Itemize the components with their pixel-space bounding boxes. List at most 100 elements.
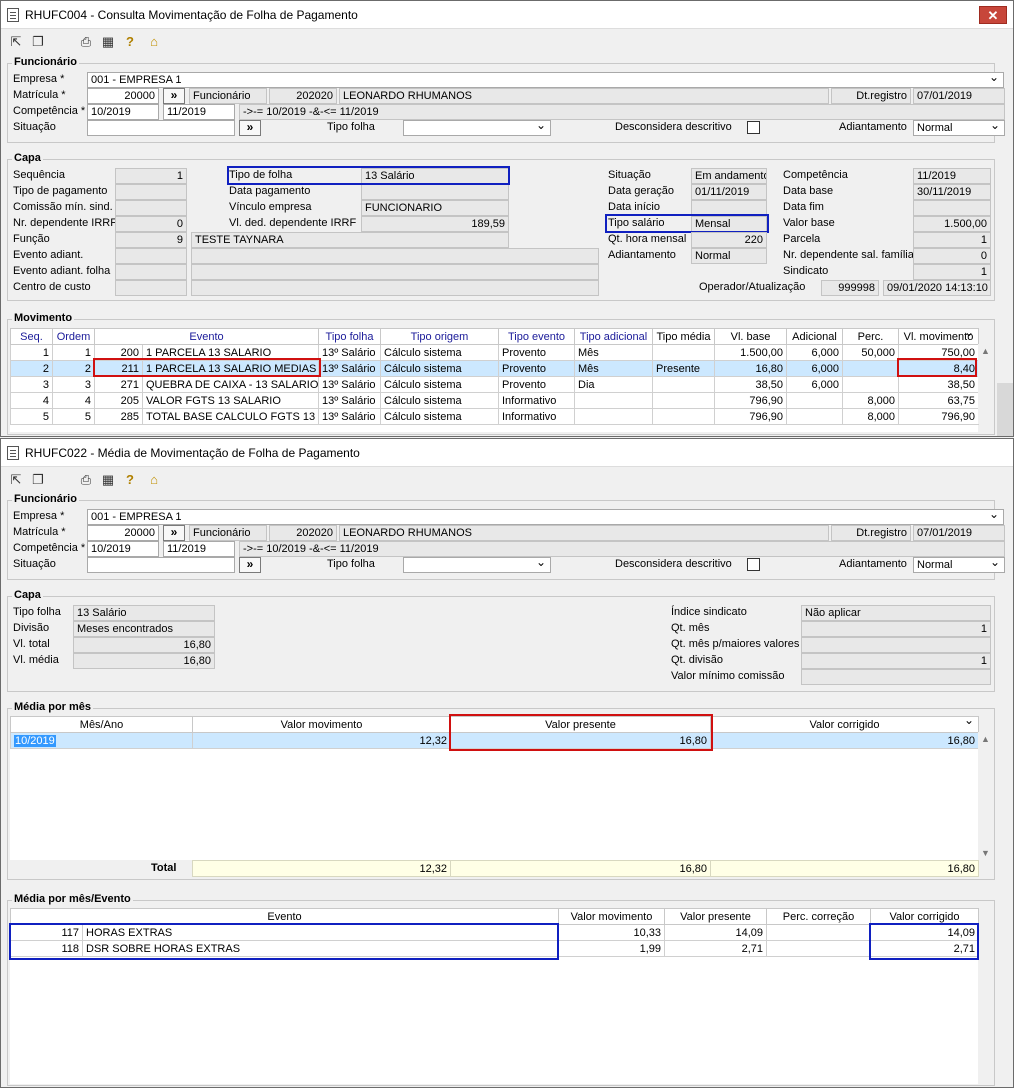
goto-icon[interactable]: ⇱ <box>7 34 25 50</box>
funcao-code: 9 <box>115 232 187 248</box>
funcionario-code: 202020 <box>269 525 337 541</box>
cell-evento-code: 271 <box>94 376 143 393</box>
copy-icon[interactable]: ❐ <box>29 34 47 50</box>
calendar-icon[interactable]: ▦ <box>99 34 117 50</box>
col-valor-presente[interactable]: Valor presente <box>450 716 711 733</box>
exit-door-icon[interactable]: ⌂ <box>145 472 163 488</box>
matricula-input[interactable]: 20000 <box>87 525 159 541</box>
vl-ded-dependente-value: 189,59 <box>361 216 509 232</box>
col-evento[interactable]: Evento <box>94 328 319 345</box>
col-valor-corrigido[interactable]: Valor corrigido <box>710 716 979 733</box>
matricula-input[interactable]: 20000 <box>87 88 159 104</box>
table-row[interactable]: 117 HORAS EXTRAS 10,33 14,09 14,09 <box>10 924 979 941</box>
qt-hora-mensal-label: Qt. hora mensal <box>608 233 687 245</box>
adiantamento-select[interactable]: Normal <box>913 557 1005 573</box>
competencia-to-input[interactable]: 11/2019 <box>163 104 235 120</box>
empresa-select[interactable]: 001 - EMPRESA 1 <box>87 509 1004 525</box>
qt-mes-label: Qt. mês <box>671 622 710 634</box>
vinculo-empresa-label: Vínculo empresa <box>229 201 312 213</box>
help-icon[interactable]: ? <box>121 472 139 488</box>
col-valor-presente[interactable]: Valor presente <box>664 908 767 925</box>
table-row-selected[interactable]: 10/2019 12,32 16,80 16,80 <box>10 732 979 749</box>
cell-evento-code: 211 <box>94 360 143 377</box>
situacao-capa-label: Situação <box>608 169 651 181</box>
printer-icon[interactable]: ⎙ <box>77 34 95 50</box>
movimento-scrollbar[interactable]: ▲ <box>978 344 994 424</box>
cell-evento-code: 118 <box>10 940 83 957</box>
cell-vl-base: 38,50 <box>714 376 787 393</box>
qt-divisao-value: 1 <box>801 653 991 669</box>
funcao-name: TESTE TAYNARA <box>191 232 509 248</box>
empresa-select[interactable]: 001 - EMPRESA 1 <box>87 72 1004 88</box>
cell-valor-movimento: 10,33 <box>558 924 665 941</box>
exit-door-icon[interactable]: ⌂ <box>145 34 163 50</box>
tipo-folha-label: Tipo folha <box>327 121 375 133</box>
competencia-from-input[interactable]: 10/2019 <box>87 541 159 557</box>
total-label: Total <box>151 862 177 874</box>
col-seq[interactable]: Seq. <box>10 328 53 345</box>
centro-custo-label: Centro de custo <box>13 281 91 293</box>
media-evento-table: Evento Valor movimento Valor presente Pe… <box>10 908 979 957</box>
printer-icon[interactable]: ⎙ <box>77 472 95 488</box>
calendar-icon[interactable]: ▦ <box>99 472 117 488</box>
section-title: Funcionário <box>12 56 79 68</box>
col-tipo-evento[interactable]: Tipo evento <box>498 328 575 345</box>
table-row[interactable]: 55285TOTAL BASE CALCULO FGTS 13 SALARIO1… <box>10 408 979 425</box>
table-row[interactable]: 118 DSR SOBRE HORAS EXTRAS 1,99 2,71 2,7… <box>10 940 979 957</box>
situacao-search-button[interactable]: » <box>239 557 261 573</box>
media-mes-scrollbar[interactable]: ▲ ▼ <box>978 732 994 860</box>
col-adicional[interactable]: Adicional <box>786 328 843 345</box>
col-perc[interactable]: Perc. <box>842 328 899 345</box>
scroll-up-icon[interactable]: ▲ <box>981 346 990 356</box>
help-icon[interactable]: ? <box>121 34 139 50</box>
nr-dependente-irrf-label: Nr. dependente IRRF <box>13 217 117 229</box>
col-valor-movimento[interactable]: Valor movimento <box>558 908 665 925</box>
scroll-up-icon[interactable]: ▲ <box>981 734 990 744</box>
movimento-header-row: Seq. Ordem Evento Tipo folha Tipo origem… <box>10 328 979 345</box>
close-button[interactable]: ✕ <box>979 6 1007 24</box>
total-valor-corrigido: 16,80 <box>710 860 979 877</box>
scroll-down-icon[interactable]: ▼ <box>981 848 990 858</box>
cell-seq: 4 <box>10 392 53 409</box>
tipo-folha-select[interactable] <box>403 120 551 136</box>
competencia-to-input[interactable]: 11/2019 <box>163 541 235 557</box>
col-valor-movimento[interactable]: Valor movimento <box>192 716 451 733</box>
table-row[interactable]: 33271QUEBRA DE CAIXA - 13 SALARIO PROP13… <box>10 376 979 393</box>
window-title: RHUFC022 - Média de Movimentação de Folh… <box>25 446 360 460</box>
desconsidera-descritivo-checkbox[interactable] <box>747 558 760 571</box>
copy-icon[interactable]: ❐ <box>29 472 47 488</box>
adiantamento-label: Adiantamento <box>839 121 907 133</box>
col-tipo-folha[interactable]: Tipo folha <box>318 328 381 345</box>
col-tipo-origem[interactable]: Tipo origem <box>380 328 499 345</box>
table-row-selected[interactable]: 222111 PARCELA 13 SALARIO MEDIAS - VALOR… <box>10 360 979 377</box>
sindicato-label: Sindicato <box>783 265 829 277</box>
col-evento[interactable]: Evento <box>10 908 559 925</box>
situacao-search-button[interactable]: » <box>239 120 261 136</box>
col-perc-correcao[interactable]: Perc. correção <box>766 908 871 925</box>
comissao-value <box>115 200 187 216</box>
tipo-folha-select[interactable] <box>403 557 551 573</box>
col-valor-corrigido[interactable]: Valor corrigido <box>870 908 979 925</box>
col-ordem[interactable]: Ordem <box>52 328 95 345</box>
qt-mes-value: 1 <box>801 621 991 637</box>
col-tipo-adicional[interactable]: Tipo adicional <box>574 328 653 345</box>
adiantamento-select[interactable]: Normal <box>913 120 1005 136</box>
table-row[interactable]: 4 4 205 VALOR FGTS 13 SALARIO 13º Salário Cál… <box>10 392 979 409</box>
matricula-search-button[interactable]: » <box>163 525 185 541</box>
data-pagamento-value <box>361 184 509 200</box>
table-row[interactable]: 1 1 200 1 PARCELA 13 SALARIO 13º Salário Cálc… <box>10 344 979 361</box>
evento-adiant-value <box>115 248 187 264</box>
section-title: Capa <box>12 152 43 164</box>
competencia-from-input[interactable]: 10/2019 <box>87 104 159 120</box>
col-mes-ano[interactable]: Mês/Ano <box>10 716 193 733</box>
goto-icon[interactable]: ⇱ <box>7 472 25 488</box>
situacao-input[interactable] <box>87 120 235 136</box>
situacao-input[interactable] <box>87 557 235 573</box>
cell-tipo-origem: Cálculo sistema <box>380 408 499 425</box>
cell-valor-movimento: 12,32 <box>192 732 451 749</box>
window-scrollbar[interactable] <box>997 383 1013 436</box>
matricula-search-button[interactable]: » <box>163 88 185 104</box>
col-tipo-media[interactable]: Tipo média <box>652 328 715 345</box>
col-vl-base[interactable]: Vl. base <box>714 328 787 345</box>
desconsidera-descritivo-checkbox[interactable] <box>747 121 760 134</box>
